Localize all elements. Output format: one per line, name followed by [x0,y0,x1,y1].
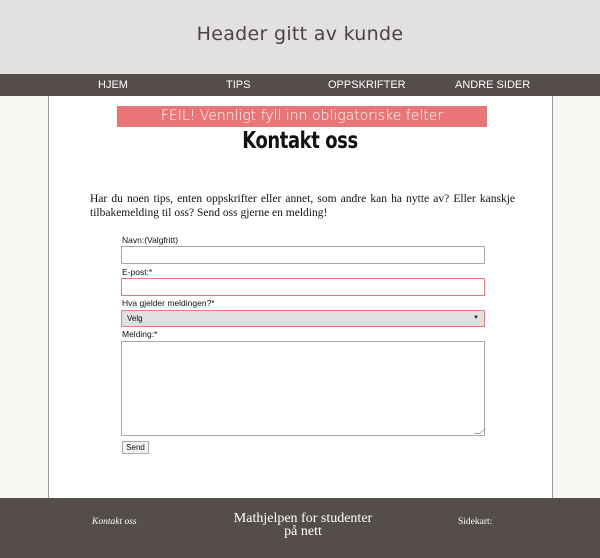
footer-contact-link[interactable]: Kontakt oss [92,517,137,527]
error-banner: FEIL! Vennligt fyll inn obligatoriske fe… [117,106,487,127]
email-label: E-post:* [122,267,153,277]
footer: Kontakt oss Mathjelpen for studenter på … [0,498,600,558]
footer-brand-line-2: på nett [284,524,322,539]
chevron-down-icon: ▼ [473,315,479,321]
message-textarea[interactable] [121,341,486,436]
content-panel [48,96,553,498]
nav-item-oppskrifter[interactable]: OPPSKRIFTER [328,74,406,96]
name-input[interactable] [121,246,485,264]
header: Header gitt av kunde [0,0,600,74]
footer-brand: Mathjelpen for studenter på nett [216,512,390,539]
footer-sitemap-label: Sidekart: [458,517,493,527]
email-input[interactable] [121,278,485,296]
nav-item-tips[interactable]: TIPS [226,74,250,96]
name-label: Navn:(Valgfritt) [122,235,179,245]
subject-label: Hva gjelder meldingen?* [122,298,215,308]
send-button[interactable]: Send [122,441,149,454]
subject-selected-value: Velg [127,314,143,323]
resize-grip-icon[interactable] [474,428,486,434]
nav-item-hjem[interactable]: HJEM [98,74,128,96]
main-nav: HJEM TIPS OPPSKRIFTER ANDRE SIDER [0,74,600,96]
intro-text: Har du noen tips, enten oppskrifter elle… [90,193,515,219]
subject-select[interactable]: Velg ▼ [121,310,485,327]
page-title: Kontakt oss [242,128,358,154]
header-title: Header gitt av kunde [196,23,404,45]
message-label: Melding:* [122,329,158,339]
nav-item-andre-sider[interactable]: ANDRE SIDER [455,74,530,96]
